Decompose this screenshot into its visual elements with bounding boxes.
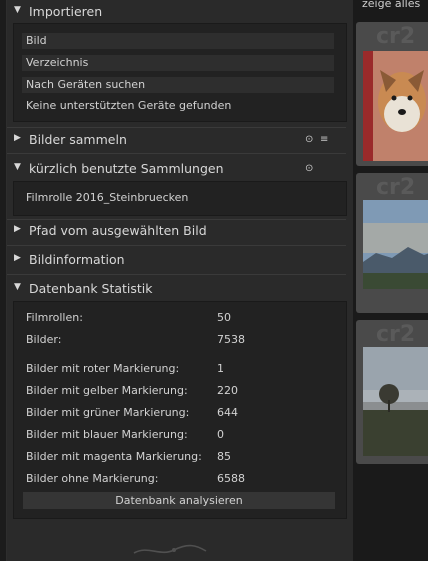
divider	[7, 274, 346, 275]
section-header-collect[interactable]: ▶ Bilder sammeln ⊙ ≡	[7, 129, 346, 151]
section-title: Importieren	[29, 4, 103, 19]
scan-devices-button[interactable]: Nach Geräten suchen	[22, 77, 334, 93]
section-header-path[interactable]: ▶ Pfad vom ausgewählten Bild	[7, 220, 346, 242]
filter-toolbar-text[interactable]: zeige alles	[362, 0, 420, 10]
section-title: Bilder sammeln	[29, 132, 127, 147]
flourish-ornament	[133, 544, 207, 554]
collapsed-triangle-icon: ▶	[14, 253, 21, 263]
collapsed-triangle-icon: ▶	[14, 133, 21, 143]
thumbnail-image	[363, 200, 428, 289]
expanded-triangle-icon: ▼	[14, 162, 21, 172]
analyze-database-button[interactable]: Datenbank analysieren	[23, 492, 335, 509]
section-title: Datenbank Statistik	[29, 281, 153, 296]
stat-value: 220	[217, 384, 238, 397]
preset-icon[interactable]: ⊙	[305, 163, 313, 174]
stat-value: 644	[217, 406, 238, 419]
stat-value: 6588	[217, 472, 245, 485]
expanded-triangle-icon: ▼	[14, 282, 21, 292]
thumbnail-cell[interactable]: cr2	[356, 173, 428, 313]
preset-icon[interactable]: ⊙	[305, 134, 313, 145]
stat-value: 85	[217, 450, 231, 463]
stat-value: 50	[217, 311, 231, 324]
collapsed-triangle-icon: ▶	[14, 224, 21, 234]
thumbnail-image	[363, 347, 428, 456]
recent-collection-item[interactable]: Filmrolle 2016_Steinbruecken	[22, 190, 334, 206]
divider	[7, 127, 346, 128]
stat-label: Bilder mit gelber Markierung:	[26, 384, 188, 397]
section-header-import[interactable]: ▼ Importieren	[7, 1, 346, 23]
section-title: Bildinformation	[29, 252, 125, 267]
section-header-info[interactable]: ▶ Bildinformation	[7, 249, 346, 271]
stat-label: Bilder mit blauer Markierung:	[26, 428, 188, 441]
section-title: Pfad vom ausgewählten Bild	[29, 223, 207, 238]
stat-label: Bilder mit roter Markierung:	[26, 362, 180, 375]
menu-icon[interactable]: ≡	[320, 134, 328, 145]
thumbnail-cell[interactable]: cr2	[356, 320, 428, 464]
divider	[7, 245, 346, 246]
section-header-recent[interactable]: ▼ kürzlich benutzte Sammlungen ⊙	[7, 158, 346, 180]
import-image-button[interactable]: Bild	[22, 33, 334, 49]
section-title: kürzlich benutzte Sammlungen	[29, 161, 224, 176]
stat-label: Bilder mit grüner Markierung:	[26, 406, 190, 419]
stat-label: Bilder ohne Markierung:	[26, 472, 159, 485]
thumbnail-cell[interactable]: cr2	[356, 22, 428, 166]
stat-value: 7538	[217, 333, 245, 346]
expanded-triangle-icon: ▼	[14, 5, 21, 15]
stat-value: 1	[217, 362, 224, 375]
section-header-db[interactable]: ▼ Datenbank Statistik	[7, 278, 346, 300]
stat-label: Bilder mit magenta Markierung:	[26, 450, 202, 463]
stat-label: Bilder:	[26, 333, 62, 346]
import-folder-button[interactable]: Verzeichnis	[22, 55, 334, 71]
stat-label: Filmrollen:	[26, 311, 83, 324]
divider	[7, 153, 346, 154]
no-devices-status: Keine unterstützten Geräte gefunden	[26, 99, 232, 112]
stat-value: 0	[217, 428, 224, 441]
thumbnail-image	[363, 51, 428, 161]
